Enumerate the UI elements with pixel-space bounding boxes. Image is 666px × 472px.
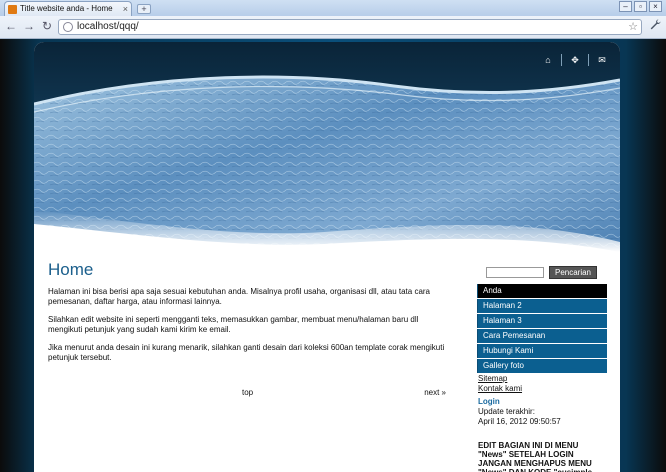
- tab-title: Title website anda - Home: [20, 4, 113, 13]
- menu-item-anda[interactable]: Anda: [477, 284, 607, 298]
- new-tab-button[interactable]: +: [137, 4, 151, 14]
- page-title: Home: [48, 260, 94, 279]
- paragraph: Silahkan edit website ini seperti mengga…: [48, 315, 419, 334]
- minimize-button[interactable]: –: [619, 1, 632, 12]
- wrench-icon[interactable]: [650, 19, 661, 33]
- sitemap-icon[interactable]: ✥: [569, 55, 581, 66]
- login-link[interactable]: Login: [478, 397, 607, 406]
- next-link[interactable]: next »: [424, 388, 446, 397]
- globe-icon: [63, 22, 73, 32]
- site-page: ⌂ ✥ ✉ Home Halaman ini bisa berisi apa s…: [34, 42, 620, 472]
- restore-button[interactable]: ▫: [634, 1, 647, 12]
- window-controls: – ▫ ×: [619, 1, 662, 12]
- tab-close-icon[interactable]: ×: [123, 2, 128, 16]
- sidebar: Pencarian Anda Halaman 2 Halaman 3 Cara …: [477, 266, 607, 472]
- paragraph: Jika menurut anda desain ini kurang mena…: [48, 343, 445, 362]
- news-notice: EDIT BAGIAN INI DI MENU "News" SETELAH L…: [478, 441, 592, 472]
- bookmark-star-icon[interactable]: ☆: [628, 20, 638, 34]
- menu-item-cara-pemesanan[interactable]: Cara Pemesanan: [477, 329, 607, 343]
- updated-label: Update terakhir:: [478, 407, 535, 416]
- menu-item-halaman-3[interactable]: Halaman 3: [477, 314, 607, 328]
- updated-value: April 16, 2012 09:50:57: [478, 417, 561, 426]
- browser-titlebar: Title website anda - Home × + – ▫ ×: [0, 0, 666, 16]
- header-banner: [34, 42, 620, 252]
- paragraph: Halaman ini bisa berisi apa saja sesuai …: [48, 287, 431, 306]
- close-button[interactable]: ×: [649, 1, 662, 12]
- back-icon[interactable]: ←: [4, 19, 18, 33]
- header-icons: ⌂ ✥ ✉: [542, 54, 608, 66]
- search-form: Pencarian: [477, 266, 607, 280]
- divider: [588, 54, 589, 66]
- url-text[interactable]: localhost/qqq/: [77, 20, 139, 34]
- contact-link[interactable]: Kontak kami: [478, 384, 607, 394]
- browser-tab[interactable]: Title website anda - Home ×: [4, 1, 132, 16]
- menu-item-hubungi-kami[interactable]: Hubungi Kami: [477, 344, 607, 358]
- home-icon[interactable]: ⌂: [542, 55, 554, 65]
- sidebar-menu: Anda Halaman 2 Halaman 3 Cara Pemesanan …: [477, 284, 607, 373]
- menu-item-gallery-foto[interactable]: Gallery foto: [477, 359, 607, 373]
- address-bar[interactable]: localhost/qqq/ ☆: [58, 19, 642, 35]
- mail-icon[interactable]: ✉: [596, 55, 608, 66]
- menu-item-halaman-2[interactable]: Halaman 2: [477, 299, 607, 313]
- search-button[interactable]: Pencarian: [549, 266, 597, 279]
- browser-toolbar: ← → ↻ localhost/qqq/ ☆: [0, 16, 666, 39]
- reload-icon[interactable]: ↻: [40, 19, 54, 33]
- main-content: Home Halaman ini bisa berisi apa saja se…: [48, 260, 448, 371]
- favicon-icon: [8, 5, 17, 14]
- page-viewport: ⌂ ✥ ✉ Home Halaman ini bisa berisi apa s…: [0, 39, 666, 472]
- top-link[interactable]: top: [242, 388, 253, 397]
- forward-icon[interactable]: →: [22, 19, 36, 33]
- search-input[interactable]: [486, 267, 544, 278]
- divider: [561, 54, 562, 66]
- site-header: ⌂ ✥ ✉: [34, 42, 620, 252]
- sitemap-link[interactable]: Sitemap: [478, 374, 607, 384]
